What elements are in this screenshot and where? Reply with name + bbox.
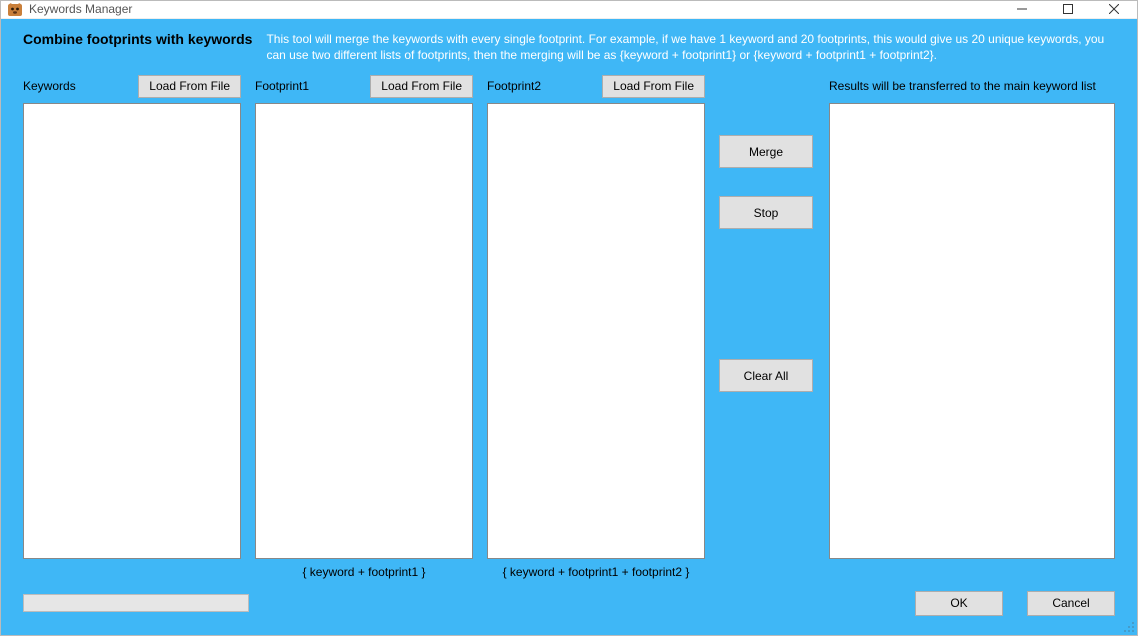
footprint2-hint: { keyword + footprint1 + footprint2 } [487,565,705,579]
footprint2-label: Footprint2 [487,79,541,93]
merge-button[interactable]: Merge [719,135,813,168]
clear-all-button[interactable]: Clear All [719,359,813,392]
ok-button[interactable]: OK [915,591,1003,616]
client-area: Combine footprints with keywords This to… [1,19,1137,635]
footprint1-hint: { keyword + footprint1 } [255,565,473,579]
cancel-button[interactable]: Cancel [1027,591,1115,616]
close-button[interactable] [1091,1,1137,18]
results-column: Results will be transferred to the main … [829,73,1115,559]
minimize-button[interactable] [999,1,1045,18]
results-textarea[interactable] [829,103,1115,559]
footer-row: OK Cancel [23,589,1115,617]
columns-container: Keywords Load From File Footprint1 Load … [23,73,1115,579]
results-label: Results will be transferred to the main … [829,79,1096,93]
progress-bar [23,594,249,612]
actions-column: Merge Stop Clear All [719,73,815,392]
app-icon [7,1,23,17]
header-row: Combine footprints with keywords This to… [23,31,1115,63]
footprint2-load-button[interactable]: Load From File [602,75,705,98]
footprint2-column: Footprint2 Load From File { keyword + fo… [487,73,705,579]
stop-button[interactable]: Stop [719,196,813,229]
footprint1-column: Footprint1 Load From File { keyword + fo… [255,73,473,579]
title-bar[interactable]: Keywords Manager [1,1,1137,19]
window-title: Keywords Manager [29,2,132,16]
maximize-button[interactable] [1045,1,1091,18]
footprint1-load-button[interactable]: Load From File [370,75,473,98]
keywords-label: Keywords [23,79,76,93]
keywords-load-button[interactable]: Load From File [138,75,241,98]
page-heading: Combine footprints with keywords [23,31,252,47]
resize-grip-icon[interactable] [1123,621,1135,633]
footprint1-label: Footprint1 [255,79,309,93]
keywords-textarea[interactable] [23,103,241,559]
window-controls [999,1,1137,18]
page-description: This tool will merge the keywords with e… [266,31,1115,63]
keywords-column: Keywords Load From File [23,73,241,559]
footprint2-textarea[interactable] [487,103,705,559]
footprint1-textarea[interactable] [255,103,473,559]
window-frame: Keywords Manager Combine footprints with… [0,0,1138,636]
